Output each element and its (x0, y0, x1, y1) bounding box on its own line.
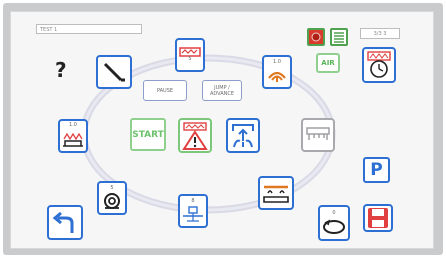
top-heater-value: 5 (188, 56, 192, 62)
back-button[interactable] (47, 205, 83, 240)
cycle-counter-button[interactable]: 0 (318, 205, 350, 241)
emergency-button[interactable] (307, 28, 325, 46)
ejector-icon (232, 123, 254, 147)
timer-heater-icon (367, 51, 391, 78)
page-indicator: 3/3 3 (360, 28, 400, 39)
help-button[interactable]: ? (55, 58, 67, 82)
air-button[interactable]: AIR (316, 53, 340, 73)
ejector-button[interactable] (226, 118, 260, 153)
blow-step-button[interactable]: 1.0 (262, 55, 292, 89)
heater-warning-icon (182, 121, 208, 150)
program-name-field[interactable]: TEST 1 (36, 24, 142, 34)
heater-warning-button[interactable] (178, 118, 212, 153)
step-down-button[interactable] (96, 55, 132, 89)
form-base-button[interactable] (258, 176, 294, 210)
roll-step-value: 5 (110, 185, 114, 191)
roll-step-button[interactable]: 5 (97, 181, 127, 215)
save-icon (368, 208, 388, 228)
emergency-icon (309, 30, 323, 44)
pause-button[interactable]: PAUSE (143, 80, 187, 101)
timer-heater-button[interactable] (362, 47, 396, 83)
press-icon (183, 206, 203, 222)
form-base-icon (263, 185, 289, 203)
advance-label: ADVANCE (209, 90, 235, 97)
blow-step-value: 1.0 (273, 59, 281, 65)
mold-open-button[interactable] (301, 118, 335, 152)
press-step-button[interactable]: 8 (178, 194, 208, 228)
press-step-value: 8 (191, 198, 195, 204)
step-down-icon (103, 62, 125, 82)
park-button[interactable]: P (363, 157, 390, 183)
list-button[interactable] (330, 28, 348, 46)
save-button[interactable] (363, 204, 393, 232)
cycle-counter-icon (323, 219, 345, 234)
jump-advance-button[interactable]: JUMP / ADVANCE (202, 80, 242, 101)
list-icon (334, 32, 344, 43)
heater-mold-value: 1.0 (69, 122, 77, 128)
mold-open-icon (306, 127, 330, 140)
back-arrow-icon (52, 211, 74, 233)
heater-mold-icon (63, 132, 83, 147)
roll-icon (104, 193, 120, 209)
top-heater-button[interactable]: 5 (175, 38, 205, 72)
start-button[interactable]: START (130, 118, 166, 151)
heater-mold-button[interactable]: 1.0 (58, 119, 88, 153)
fan-blow-icon (268, 71, 286, 82)
cycle-counter-value: 0 (332, 210, 336, 216)
